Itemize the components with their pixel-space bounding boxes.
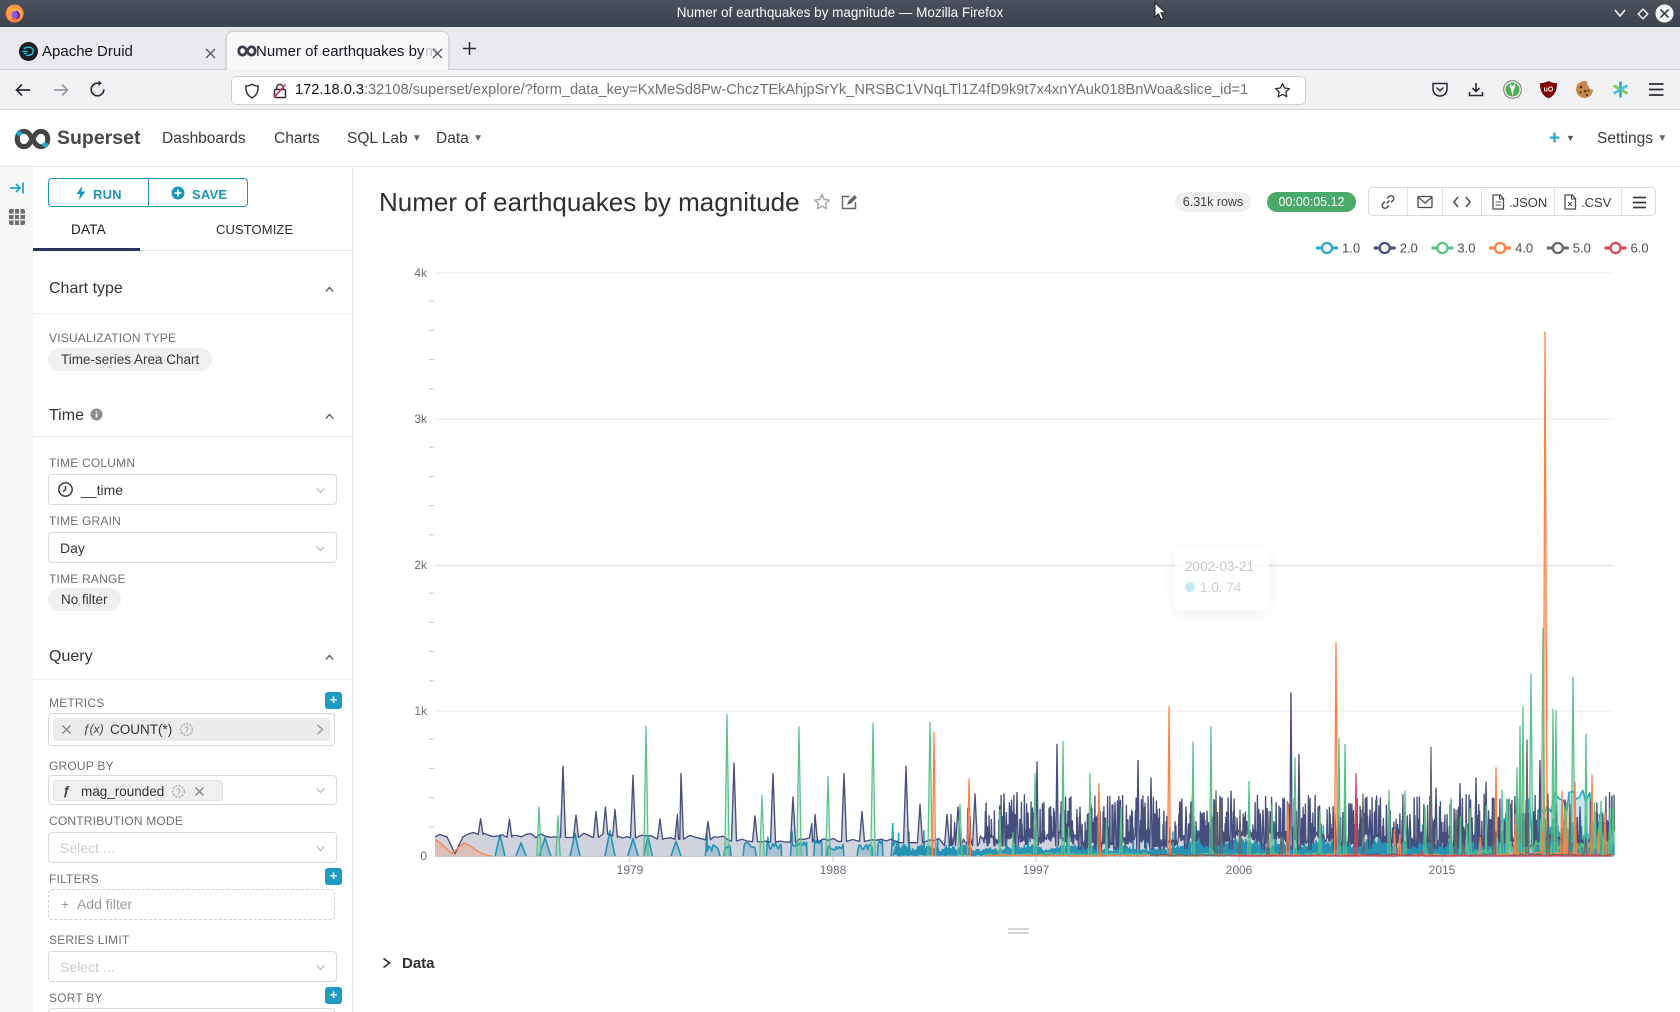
svg-text:1988: 1988 [820, 863, 847, 877]
svg-text:2006: 2006 [1226, 863, 1253, 877]
svg-text:1979: 1979 [617, 863, 644, 877]
svg-text:2k: 2k [414, 558, 428, 572]
svg-text:6.0: 6.0 [1631, 241, 1649, 256]
svg-text:1.0: 1.0 [1342, 241, 1360, 256]
svg-text:3k: 3k [414, 412, 428, 426]
svg-text:2.0: 2.0 [1400, 241, 1418, 256]
svg-text:?: ? [184, 725, 189, 734]
svg-text:?: ? [176, 787, 181, 796]
svg-text:0: 0 [420, 849, 427, 863]
svg-text:4k: 4k [414, 266, 428, 280]
svg-text:2015: 2015 [1429, 863, 1456, 877]
svg-text:5.0: 5.0 [1573, 241, 1591, 256]
svg-text:1k: 1k [414, 704, 428, 718]
svg-text:3.0: 3.0 [1457, 241, 1475, 256]
svg-text:4.0: 4.0 [1515, 241, 1533, 256]
svg-text:uO: uO [1544, 87, 1554, 94]
svg-text:1997: 1997 [1023, 863, 1050, 877]
